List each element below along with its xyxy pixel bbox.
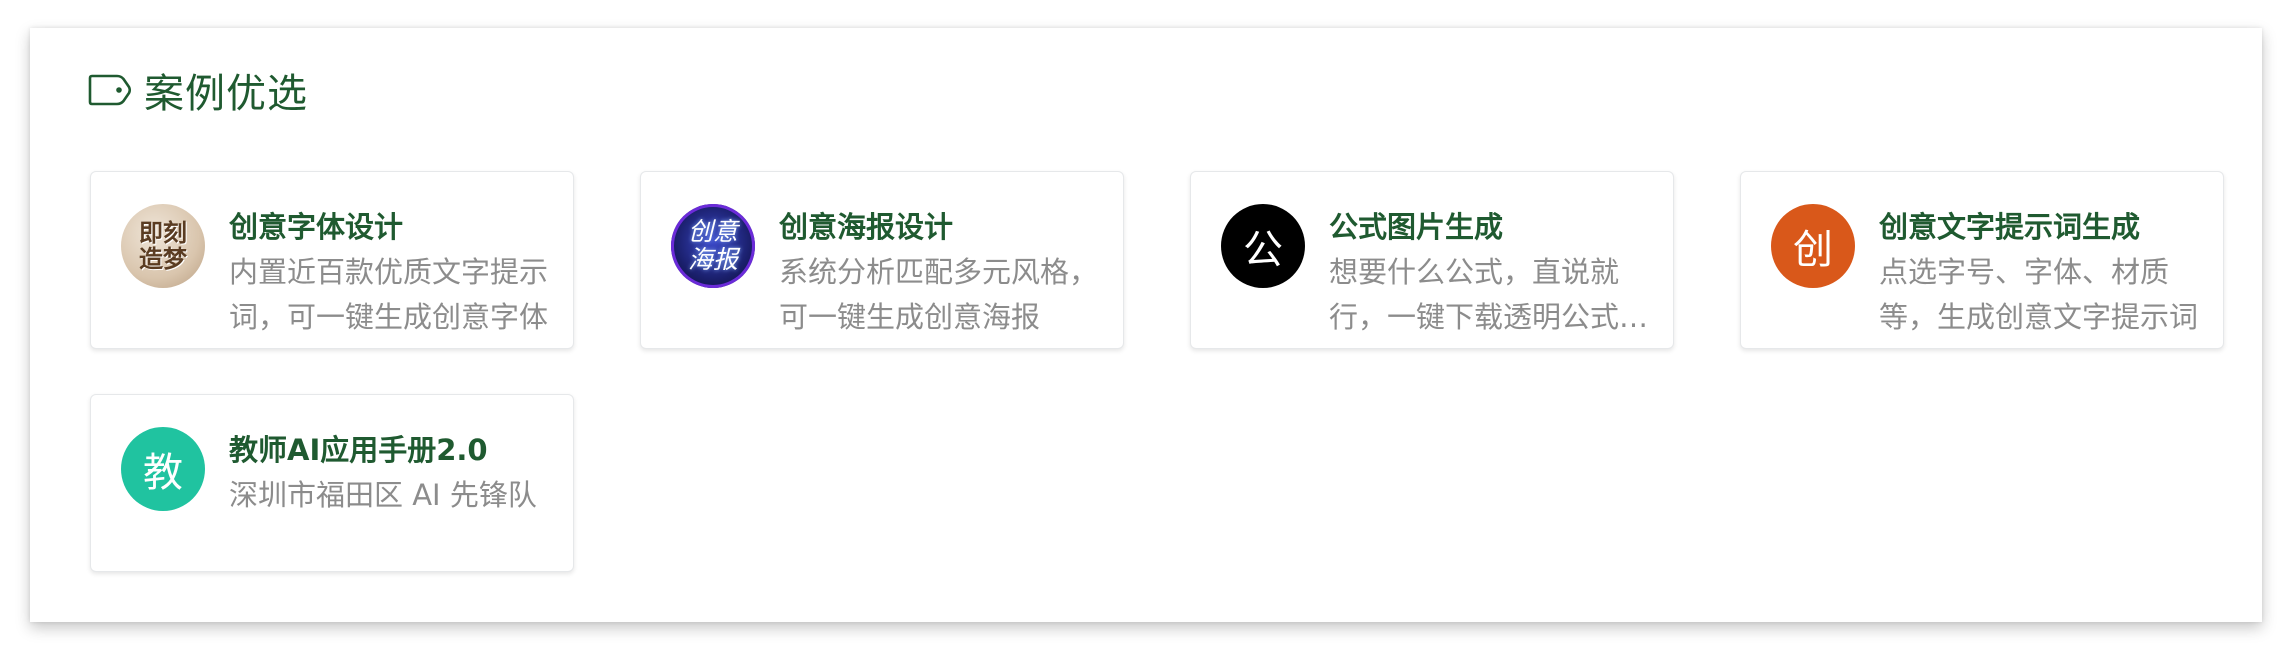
case-card-creative-text-prompt[interactable]: 创 创意文字提示词生成 点选字号、字体、材质等，生成创意文字提示词 <box>1740 171 2224 349</box>
section-title: 案例优选 <box>144 71 308 117</box>
avatar-text-line-2: 造梦 <box>139 245 187 273</box>
card-description: 系统分析匹配多元风格，可一键生成创意海报 <box>779 255 1099 334</box>
section-header: 案例优选 <box>88 58 308 122</box>
card-title: 教师AI应用手册2.0 <box>229 433 488 467</box>
case-showcase-panel: 案例优选 即刻 造梦 创意字体设计 内置近百款优质文字提示词，可一键生成创意字体… <box>30 28 2262 622</box>
case-card-teacher-ai-handbook[interactable]: 教 教师AI应用手册2.0 深圳市福田区 AI 先锋队 <box>90 394 574 572</box>
avatar-text-line-2: 海报 <box>687 245 738 274</box>
creative-poster-avatar: 创意 海报 <box>671 204 755 288</box>
teacher-ai-handbook-avatar: 教 <box>121 427 205 511</box>
card-description: 点选字号、字体、材质等，生成创意文字提示词 <box>1879 255 2199 334</box>
card-title: 创意字体设计 <box>229 210 404 244</box>
card-title: 创意海报设计 <box>779 210 954 244</box>
case-card-creative-font[interactable]: 即刻 造梦 创意字体设计 内置近百款优质文字提示词，可一键生成创意字体 <box>90 171 574 349</box>
case-card-creative-poster[interactable]: 创意 海报 创意海报设计 系统分析匹配多元风格，可一键生成创意海报 <box>640 171 1124 349</box>
case-card-formula-image[interactable]: 公 公式图片生成 想要什么公式，直说就行，一键下载透明公式图片 <box>1190 171 1674 349</box>
creative-text-prompt-avatar: 创 <box>1771 204 1855 288</box>
card-description: 想要什么公式，直说就行，一键下载透明公式图片 <box>1329 255 1649 334</box>
formula-image-avatar: 公 <box>1221 204 1305 288</box>
creative-font-avatar: 即刻 造梦 <box>121 204 205 288</box>
card-title: 创意文字提示词生成 <box>1879 210 2141 244</box>
card-title: 公式图片生成 <box>1329 210 1504 244</box>
avatar-text-line-1: 创意 <box>687 217 738 246</box>
card-description: 深圳市福田区 AI 先锋队 <box>229 478 537 512</box>
card-description: 内置近百款优质文字提示词，可一键生成创意字体 <box>229 255 549 334</box>
tag-icon <box>88 73 132 107</box>
avatar-text-line-1: 即刻 <box>139 219 187 247</box>
